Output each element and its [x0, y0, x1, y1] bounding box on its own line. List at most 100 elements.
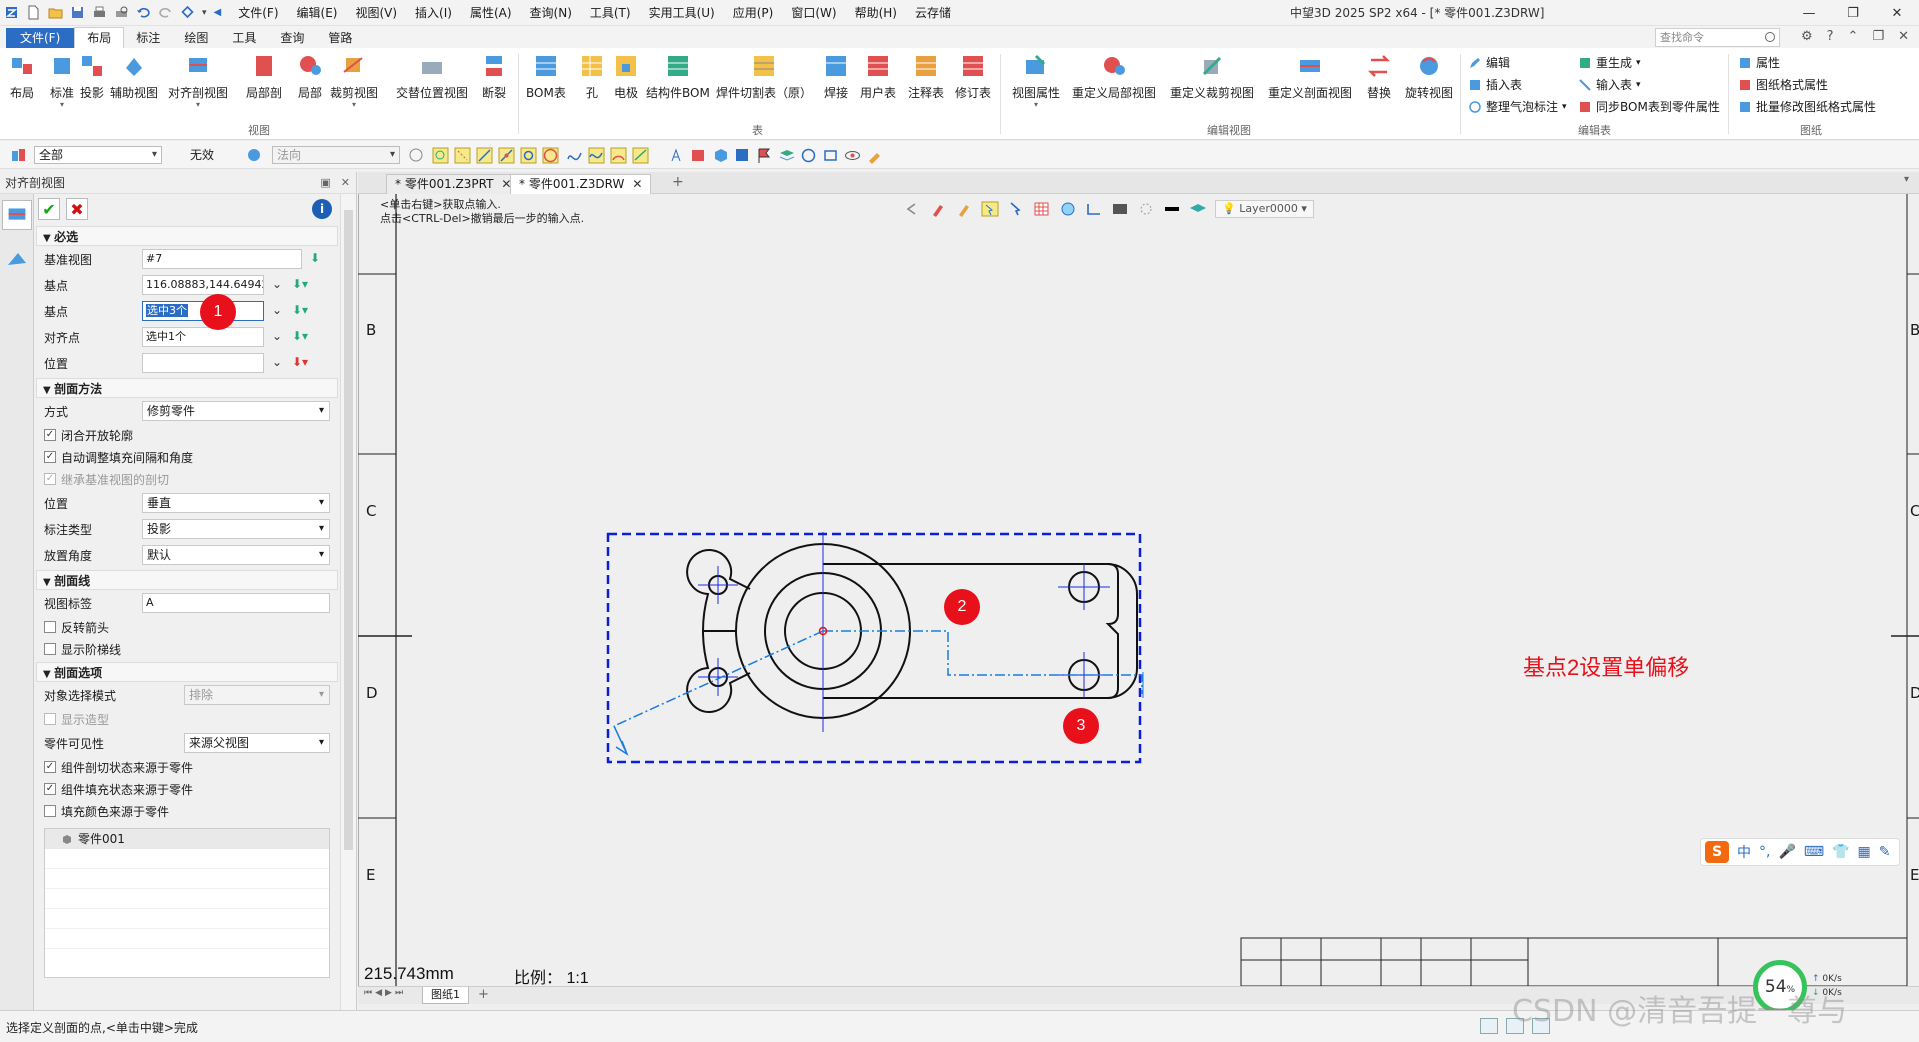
drawing-canvas[interactable]: <单击右键>获取点输入. 点击<CTRL-Del>撤销最后一步的输入点. 💡 L…: [358, 194, 1919, 1010]
structure-bom-button[interactable]: 结构件BOM: [646, 52, 710, 101]
save-icon[interactable]: [70, 5, 85, 20]
position-expand-icon[interactable]: ⌄: [272, 355, 282, 369]
section-required[interactable]: 必选: [36, 226, 338, 246]
auto-adjust-hatch-checkbox[interactable]: ✓ 自动调整填充间隔和角度: [36, 446, 338, 468]
view-properties-button[interactable]: 视图属性 ▾: [1012, 52, 1060, 109]
weld-table-button[interactable]: 焊接: [822, 52, 850, 101]
pick-icon[interactable]: [246, 147, 263, 164]
hatch-color-from-part-checkbox[interactable]: 填充颜色来源于零件: [36, 800, 338, 822]
view-orientation-icon[interactable]: [1085, 201, 1103, 217]
new-tab-icon[interactable]: +: [672, 174, 684, 190]
show-step-lines-checkbox[interactable]: 显示阶梯线: [36, 638, 338, 660]
layout-button[interactable]: 布局: [8, 52, 36, 101]
microphone-icon[interactable]: 🎤: [1778, 844, 1795, 860]
display-mode-icon[interactable]: [1111, 201, 1129, 217]
insert-table-button[interactable]: 插入表: [1468, 76, 1522, 93]
ribbon-minimize-icon[interactable]: ⌃: [1848, 29, 1859, 44]
weldment-cut-table-button[interactable]: 焊件切割表（原）: [716, 52, 812, 101]
part-drawing[interactable]: [686, 543, 1138, 719]
electrode-table-button[interactable]: 电极: [612, 52, 640, 101]
brush-icon[interactable]: [866, 147, 883, 164]
panel-close-icon[interactable]: ✕: [341, 172, 350, 194]
align-point-pick-icon[interactable]: ⬇▾: [292, 329, 308, 343]
pointer-icon[interactable]: [1007, 201, 1025, 217]
qa-back-icon[interactable]: ◀: [214, 7, 222, 18]
toolbox-icon[interactable]: ▦: [1858, 844, 1871, 860]
regenerate-dropdown-icon[interactable]: ▾: [1636, 58, 1641, 68]
base-point-field[interactable]: 116.08883,144.64942: [142, 275, 264, 295]
cancel-button[interactable]: ✖: [66, 198, 88, 220]
arrange-balloons-dropdown-icon[interactable]: ▾: [1562, 102, 1567, 112]
snap-arc-icon[interactable]: [610, 147, 627, 164]
tab-drawing-document[interactable]: * 零件001.Z3DRW ✕: [510, 174, 652, 194]
view-manager-tab-icon[interactable]: [2, 245, 32, 275]
qa-dropdown-icon[interactable]: ▾: [202, 8, 207, 18]
standard-view-button[interactable]: 标准 ▾: [48, 52, 76, 109]
open-folder-icon[interactable]: [48, 5, 63, 20]
base-point-pick-icon[interactable]: ⬇▾: [292, 277, 308, 291]
snap-center-icon[interactable]: [520, 147, 537, 164]
snap-circle-icon[interactable]: [542, 147, 559, 164]
render-mode-icon[interactable]: [1059, 201, 1077, 217]
view-label-field[interactable]: A: [142, 593, 330, 613]
tab-file[interactable]: 文件(F): [6, 28, 75, 48]
hole-table-button[interactable]: 孔: [578, 52, 606, 101]
sync-bom-button[interactable]: 同步BOM表到零件属性: [1578, 98, 1720, 115]
alternate-position-view-button[interactable]: 交替位置视图: [396, 52, 468, 101]
scroll-thumb[interactable]: [344, 210, 353, 850]
standard-view-dropdown-icon[interactable]: ▾: [48, 101, 76, 109]
panel-restore-icon[interactable]: ▣: [320, 172, 330, 194]
input-table-dropdown-icon[interactable]: ▾: [1636, 80, 1641, 90]
base-view-pick-icon[interactable]: ⬇: [310, 251, 320, 265]
placement-angle-select[interactable]: 默认: [142, 545, 330, 565]
snap-toggle-icon[interactable]: [408, 147, 425, 164]
detail-view-button[interactable]: 局部: [296, 52, 324, 101]
redefine-crop-view-button[interactable]: 重定义裁剪视图: [1170, 52, 1254, 101]
back-arrow-icon[interactable]: [903, 201, 921, 217]
help-icon[interactable]: ?: [1827, 29, 1834, 44]
sheet-format-properties-button[interactable]: 图纸格式属性: [1738, 76, 1828, 93]
drawing-sheet[interactable]: [358, 194, 1919, 986]
snap-wave-icon[interactable]: [588, 147, 605, 164]
cube-icon[interactable]: [712, 147, 729, 164]
ok-button[interactable]: ✔: [38, 198, 60, 220]
tab-tools[interactable]: 工具: [220, 28, 268, 48]
snap-midpoint-icon[interactable]: [498, 147, 515, 164]
position-field[interactable]: [142, 353, 264, 373]
style-brush-icon[interactable]: [955, 201, 973, 217]
skin-icon[interactable]: 👕: [1832, 844, 1849, 860]
print-icon[interactable]: [92, 5, 107, 20]
snap-grid-icon[interactable]: [454, 147, 471, 164]
ime-more-icon[interactable]: ✎: [1879, 844, 1891, 860]
crop-view-dropdown-icon[interactable]: ▾: [330, 101, 378, 109]
snap-curve-icon[interactable]: [566, 147, 583, 164]
add-sheet-icon[interactable]: +: [478, 987, 489, 1002]
method-select[interactable]: 修剪零件: [142, 401, 330, 421]
sheet-snap-icon[interactable]: [734, 147, 751, 164]
lighting-icon[interactable]: [1137, 201, 1155, 217]
section-line[interactable]: 剖面线: [36, 570, 338, 590]
print-preview-icon[interactable]: [114, 5, 129, 20]
snap-line-icon[interactable]: [476, 147, 493, 164]
revision-table-button[interactable]: 修订表: [955, 52, 991, 101]
aligned-section-dropdown-icon[interactable]: ▾: [168, 101, 228, 109]
redefine-section-view-button[interactable]: 重定义剖面视图: [1268, 52, 1352, 101]
info-icon[interactable]: i: [312, 199, 332, 219]
align-point-expand-icon[interactable]: ⌄: [272, 329, 282, 343]
sheet-nav-icons[interactable]: ⏮◀▶⏭: [364, 988, 406, 998]
menu-edit[interactable]: 编辑(E): [288, 0, 347, 26]
part-visibility-select[interactable]: 来源父视图: [184, 733, 330, 753]
method-position-select[interactable]: 垂直: [142, 493, 330, 513]
partial-section-button[interactable]: 局部剖: [246, 52, 282, 101]
menu-window[interactable]: 窗口(W): [782, 0, 845, 26]
edit-table-button[interactable]: 编辑: [1468, 54, 1510, 71]
tab-part-document[interactable]: * 零件001.Z3PRT ✕: [386, 174, 521, 194]
line-weight-icon[interactable]: [1163, 201, 1181, 217]
sheet-properties-button[interactable]: 属性: [1738, 54, 1780, 71]
reverse-arrow-checkbox[interactable]: 反转箭头: [36, 616, 338, 638]
ribbon-close-icon[interactable]: ✕: [1898, 29, 1909, 44]
flag-icon[interactable]: [756, 147, 773, 164]
arrange-balloons-button[interactable]: 整理气泡标注 ▾: [1468, 98, 1567, 115]
break-view-button[interactable]: 断裂: [480, 52, 508, 101]
section-options[interactable]: 剖面选项: [36, 662, 338, 682]
